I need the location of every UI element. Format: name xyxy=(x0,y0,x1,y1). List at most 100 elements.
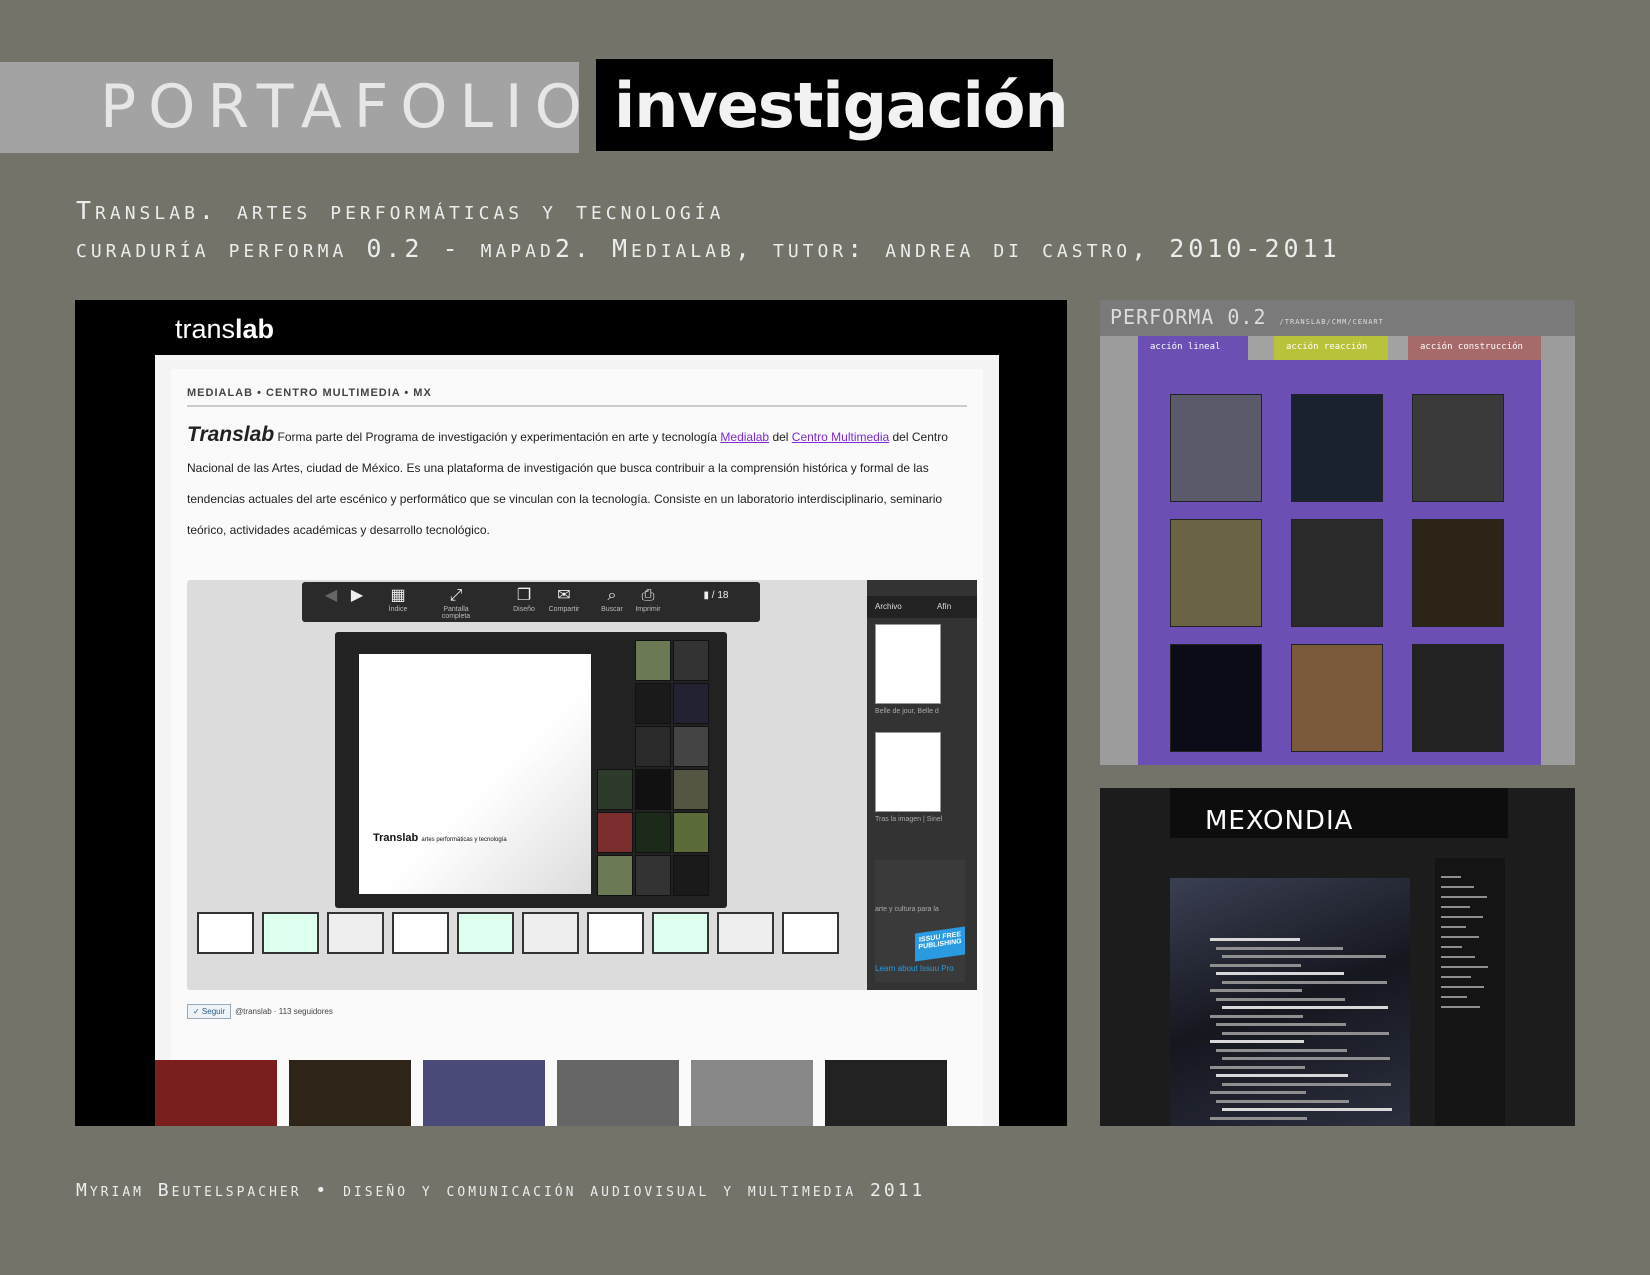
sidebar-line xyxy=(1441,936,1479,938)
program-line xyxy=(1210,1014,1303,1018)
related-tabs: Archivo Afín xyxy=(867,596,977,618)
mail-icon: ✉ xyxy=(557,587,571,604)
page-thumbnail[interactable] xyxy=(262,912,319,954)
performa-work-tile[interactable] xyxy=(1291,519,1383,627)
mail-button[interactable]: ✉ Compartir xyxy=(538,586,590,613)
program-line xyxy=(1222,980,1387,984)
sidebar-line xyxy=(1441,916,1483,918)
performa-tab[interactable]: acción reacción xyxy=(1274,336,1388,360)
performa-tab[interactable]: acción lineal xyxy=(1138,336,1248,360)
performa-work-tile[interactable] xyxy=(1170,394,1262,502)
tab-archivo[interactable]: Archivo xyxy=(875,602,902,611)
program-line xyxy=(1210,989,1302,992)
document-viewer[interactable]: ◀ ▶ ▦ Índice ⤢ Pantalla completa ❐ Diseño ✉ Com… xyxy=(187,580,977,990)
issuu-ad[interactable]: arte y cultura para la ISSUU FREE PUBLIS… xyxy=(875,860,965,982)
performa-work-tile[interactable] xyxy=(1412,519,1504,627)
sidebar-line xyxy=(1441,876,1461,878)
document-photo xyxy=(635,769,671,810)
program-line xyxy=(1216,946,1343,950)
gallery-photo[interactable] xyxy=(289,1060,411,1126)
play-button[interactable]: ▶ xyxy=(342,586,372,606)
follow-row: ✓ Seguir @translab · 113 seguidores xyxy=(187,1004,333,1019)
related-caption: arte y cultura para la xyxy=(875,906,939,913)
performa-work-tile[interactable] xyxy=(1291,394,1383,502)
performa-tab[interactable]: acción construcción xyxy=(1408,336,1541,360)
medialab-link[interactable]: Medialab xyxy=(720,430,769,444)
related-doc[interactable] xyxy=(875,732,941,812)
program-line xyxy=(1216,1048,1347,1052)
centro-multimedia-link[interactable]: Centro Multimedia xyxy=(792,430,889,444)
grid-button[interactable]: ▦ Índice xyxy=(372,586,424,613)
issuu-learn-link[interactable]: Learn about Issuu Pro xyxy=(875,964,954,973)
page-thumbnail[interactable] xyxy=(717,912,774,954)
sidebar-line xyxy=(1441,956,1475,958)
page-thumbnail[interactable] xyxy=(392,912,449,954)
investigacion-title: investigación xyxy=(614,69,1069,142)
program-line xyxy=(1222,1057,1390,1060)
sidebar-line xyxy=(1441,896,1487,898)
toolbar-label: Buscar xyxy=(601,606,623,613)
gallery-photo[interactable] xyxy=(691,1060,813,1126)
document-photo xyxy=(673,812,709,853)
print-button[interactable]: ⎙ Imprimir xyxy=(622,586,674,613)
document-photo xyxy=(673,769,709,810)
page-thumbnail[interactable] xyxy=(652,912,709,954)
gallery-photo[interactable] xyxy=(423,1060,545,1126)
related-doc[interactable] xyxy=(875,624,941,704)
page-thumbnail[interactable] xyxy=(457,912,514,954)
viewer-toolbar: ◀ ▶ ▦ Índice ⤢ Pantalla completa ❐ Diseño ✉ Com… xyxy=(302,582,760,622)
performa-work-tile[interactable] xyxy=(1412,394,1504,502)
performa-screenshot: PERFORMA 0.2 /TRANSLAB/CMM/CENART acción… xyxy=(1100,300,1575,765)
sidebar-line xyxy=(1441,906,1470,908)
page-thumbnail[interactable] xyxy=(782,912,839,954)
page-thumbnail[interactable] xyxy=(522,912,579,954)
program-line xyxy=(1210,938,1300,941)
gallery-photo[interactable] xyxy=(825,1060,947,1126)
sidebar-line xyxy=(1441,926,1466,928)
gallery-photo[interactable] xyxy=(155,1060,277,1126)
follow-text: @translab · 113 seguidores xyxy=(235,1007,333,1016)
performa-work-tile[interactable] xyxy=(1170,519,1262,627)
sidebar-line xyxy=(1441,946,1462,948)
toolbar-label: Pantalla completa xyxy=(441,606,471,620)
sidebar-line xyxy=(1441,966,1488,968)
page-thumbnail[interactable] xyxy=(197,912,254,954)
document-photo xyxy=(673,683,709,724)
grid-icon: ▦ xyxy=(390,587,406,604)
medialab-screenshot: MEXONDIA xyxy=(1100,788,1575,1126)
portafolio-title: PORTAFOLIO xyxy=(100,72,594,142)
tab-afin[interactable]: Afín xyxy=(937,602,951,611)
medialab-logo: MEXONDIA xyxy=(1205,806,1354,836)
document-photo xyxy=(673,726,709,767)
sidebar-line xyxy=(1441,886,1474,888)
performa-work-tile[interactable] xyxy=(1291,644,1383,752)
document-photo xyxy=(597,812,633,853)
page-indicator[interactable]: ▮ / 18 xyxy=(686,586,746,606)
toolbar-label: Imprimir xyxy=(635,606,661,613)
page-thumbnails xyxy=(197,912,957,962)
performa-work-tile[interactable] xyxy=(1170,644,1262,752)
document-page[interactable]: Translab artes performáticas y tecnologí… xyxy=(335,632,727,908)
intro-brand: Translab xyxy=(187,423,275,446)
document-cover: Translab artes performáticas y tecnologí… xyxy=(359,654,591,894)
performa-work-tile[interactable] xyxy=(1412,644,1504,752)
related-caption: Tras la imagen | Sinel xyxy=(875,816,943,823)
translab-page: MEDIALAB • CENTRO MULTIMEDIA • MX Transl… xyxy=(155,355,999,1126)
program-line xyxy=(1216,972,1344,975)
investigacion-banner: investigación xyxy=(596,59,1069,151)
program-line xyxy=(1210,1091,1306,1094)
document-photo xyxy=(635,640,671,681)
page-thumbnail[interactable] xyxy=(327,912,384,954)
fullscreen-button[interactable]: ⤢ Pantalla completa xyxy=(430,586,482,620)
performa-title: PERFORMA 0.2 /TRANSLAB/CMM/CENART xyxy=(1110,305,1384,329)
footer-credit: Myriam Beutelspacher • diseño y comunica… xyxy=(76,1180,926,1201)
divider xyxy=(187,405,967,407)
follow-button[interactable]: ✓ Seguir xyxy=(187,1004,232,1019)
portafolio-banner: PORTAFOLIO xyxy=(0,62,582,153)
sidebar-line xyxy=(1441,996,1467,998)
document-photo xyxy=(597,769,633,810)
fullscreen-icon: ⤢ xyxy=(449,587,463,604)
page-thumbnail[interactable] xyxy=(587,912,644,954)
gallery-photo[interactable] xyxy=(557,1060,679,1126)
tab-separator xyxy=(1388,336,1408,360)
